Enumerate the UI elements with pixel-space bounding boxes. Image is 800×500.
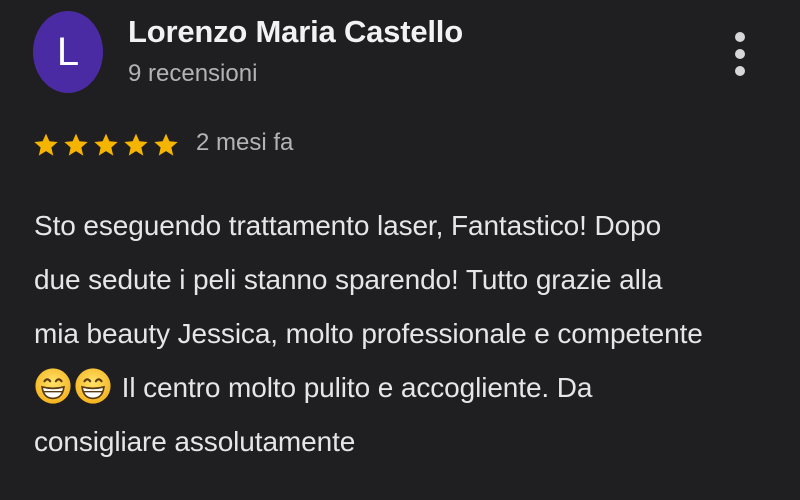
review-text-line: Il centro molto pulito e accogliente. Da bbox=[114, 372, 593, 403]
review-text-line: due sedute i peli stanno sparendo! Tutto… bbox=[34, 264, 663, 295]
star-rating bbox=[32, 127, 180, 165]
review-text-line-with-emoji: Il centro molto pulito e accogliente. Da bbox=[34, 361, 774, 415]
star-icon bbox=[154, 133, 178, 156]
more-dot bbox=[735, 49, 745, 59]
star-icon bbox=[94, 133, 118, 156]
avatar[interactable]: L bbox=[33, 11, 103, 93]
more-vertical-icon[interactable] bbox=[730, 30, 750, 78]
review-date: 2 mesi fa bbox=[196, 129, 294, 156]
star-icon bbox=[34, 133, 58, 156]
star-icon bbox=[124, 133, 148, 156]
more-dot bbox=[735, 66, 745, 76]
avatar-initial: L bbox=[56, 30, 80, 74]
grinning-face-emoji-icon bbox=[34, 367, 72, 405]
more-dot bbox=[735, 32, 745, 42]
review-text-line: consigliare assolutamente bbox=[34, 426, 356, 457]
star-icon bbox=[64, 133, 88, 156]
review-count: 9 recensioni bbox=[128, 60, 258, 87]
author-name[interactable]: Lorenzo Maria Castello bbox=[128, 14, 463, 50]
grinning-face-emoji-icon bbox=[74, 367, 112, 405]
review-text-line: Sto eseguendo trattamento laser, Fantast… bbox=[34, 210, 662, 241]
review-text-line: mia beauty Jessica, molto professionale … bbox=[34, 318, 703, 349]
review-text: Sto eseguendo trattamento laser, Fantast… bbox=[34, 199, 774, 469]
review-card: L Lorenzo Maria Castello 9 recensioni 2 … bbox=[0, 0, 800, 500]
